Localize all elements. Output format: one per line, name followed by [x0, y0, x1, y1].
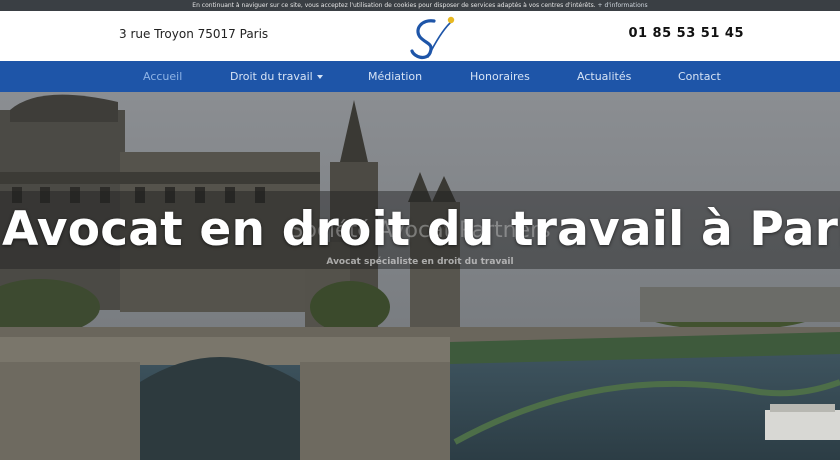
nav-item-droit-du-travail[interactable]: Droit du travail — [230, 61, 323, 92]
chevron-down-icon — [316, 75, 323, 79]
site-header: 3 rue Troyon 75017 Paris 01 85 53 51 45 — [0, 11, 840, 61]
hero-banner: Société Avocat Partners Avocat spécialis… — [0, 92, 840, 460]
nav-item-label: Honoraires — [470, 70, 530, 83]
logo-s-icon — [410, 16, 455, 60]
site-logo[interactable] — [404, 13, 456, 61]
nav-item-accueil[interactable]: Accueil — [143, 61, 182, 92]
nav-item-mediation[interactable]: Médiation — [368, 61, 422, 92]
paris-conciergerie-photo — [0, 92, 840, 460]
nav-item-contact[interactable]: Contact — [678, 61, 721, 92]
cookie-consent-bar: En continuant à naviguer sur ce site, vo… — [0, 0, 840, 11]
phone-number[interactable]: 01 85 53 51 45 — [628, 26, 744, 41]
page-title: Avocat en droit du travail à Paris 17 — [2, 202, 840, 257]
nav-item-label: Accueil — [143, 70, 183, 83]
nav-item-label: Actualités — [577, 70, 632, 83]
cookie-text: En continuant à naviguer sur ce site, vo… — [192, 2, 596, 9]
office-address: 3 rue Troyon 75017 Paris — [119, 27, 269, 41]
nav-item-label: Contact — [678, 70, 721, 83]
main-navigation: Accueil Droit du travail Médiation Honor… — [0, 61, 840, 92]
nav-item-label: Médiation — [368, 70, 423, 83]
nav-item-label: Droit du travail — [230, 70, 313, 83]
cookie-more-info-link[interactable]: + d'informations — [598, 2, 648, 9]
nav-item-actualites[interactable]: Actualités — [577, 61, 631, 92]
hero-subtitle: Avocat spécialiste en droit du travail — [326, 257, 514, 267]
nav-item-honoraires[interactable]: Honoraires — [470, 61, 530, 92]
